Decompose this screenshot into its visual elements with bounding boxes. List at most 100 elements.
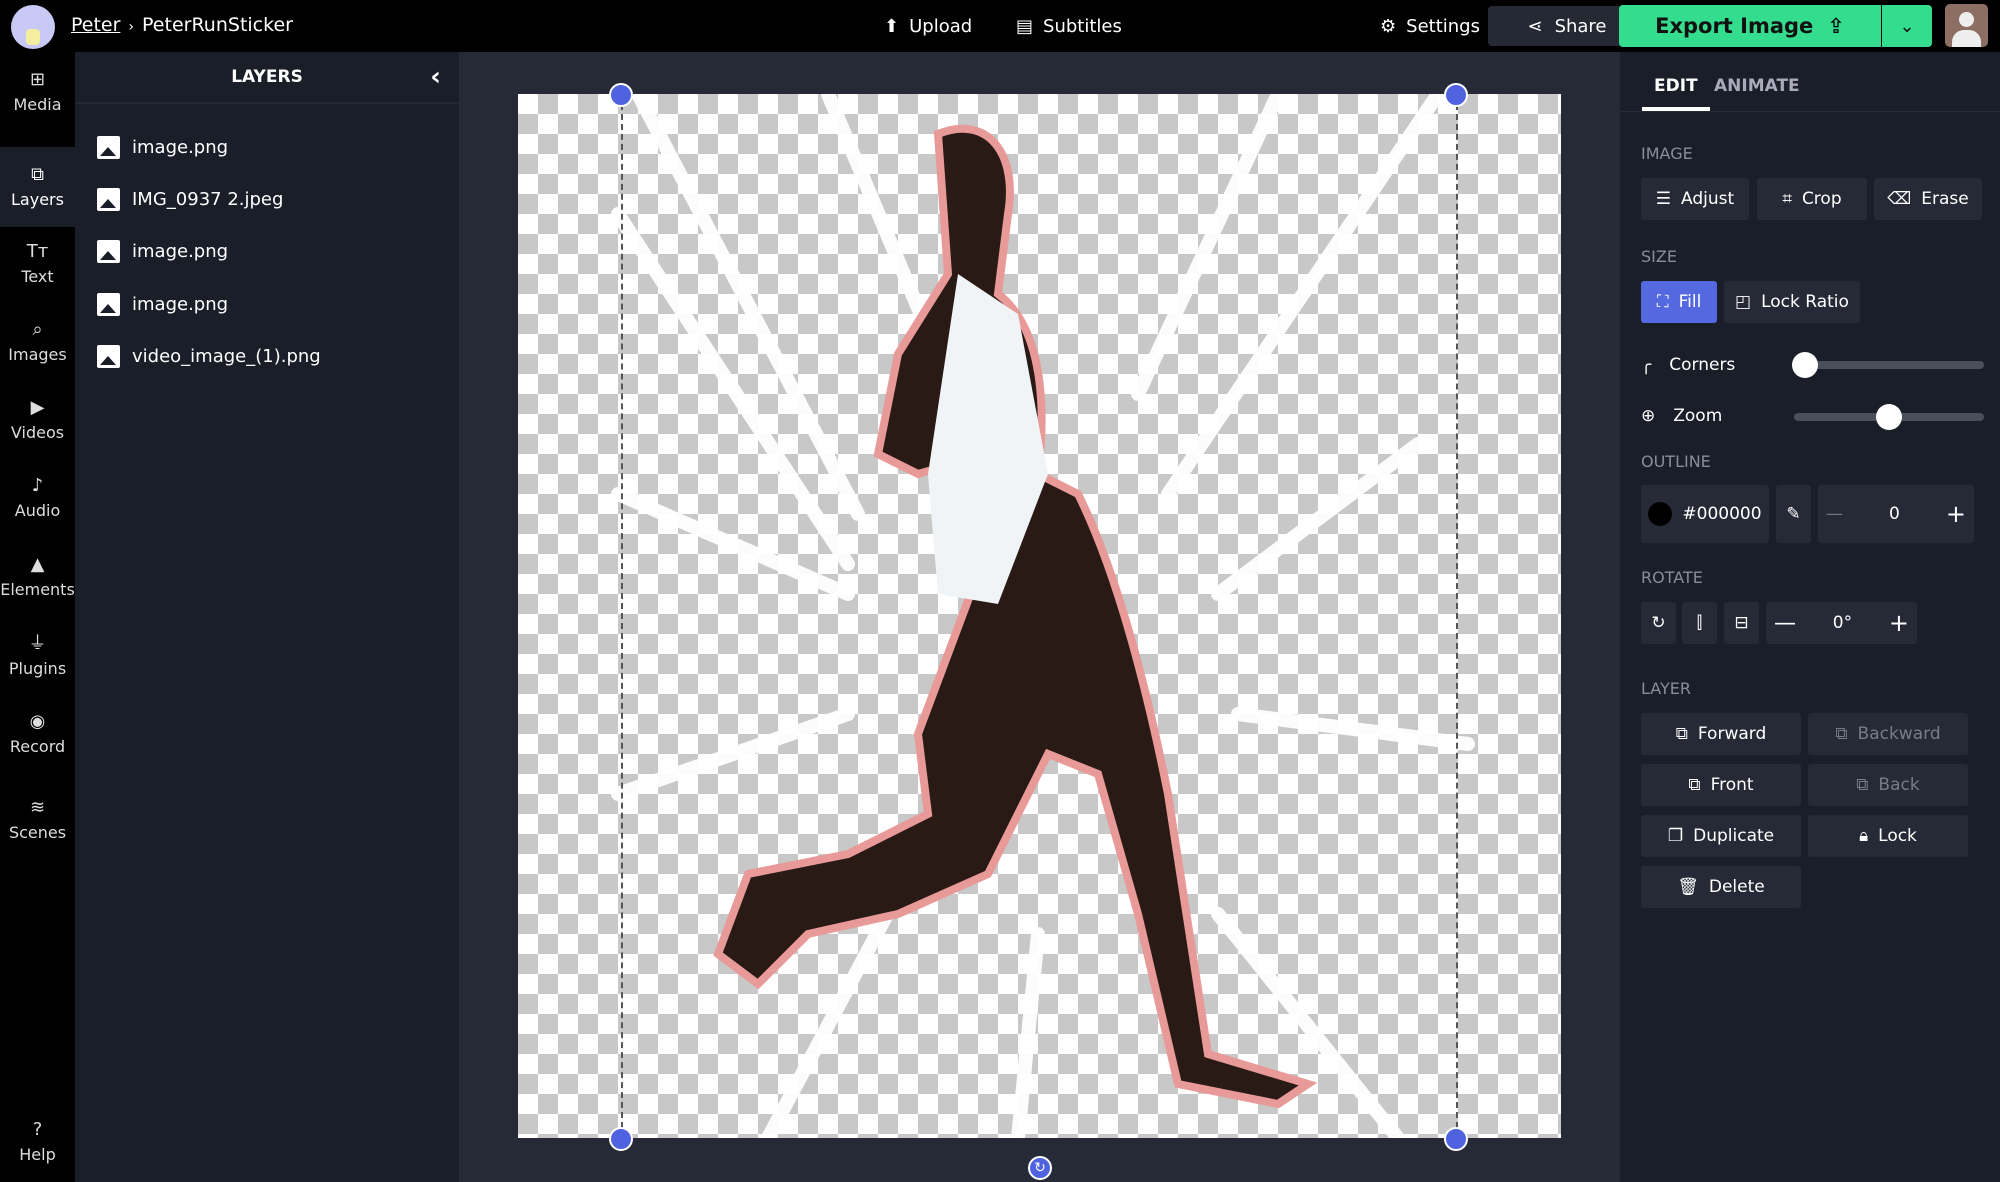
sidebar-item-label: Elements xyxy=(0,580,75,599)
panel-tabs: EDIT ANIMATE xyxy=(1620,52,2000,112)
minus-icon[interactable]: — xyxy=(1774,611,1796,636)
resize-handle-top-right[interactable] xyxy=(1444,83,1468,107)
layer-item[interactable]: video_image_(1).png xyxy=(97,345,321,368)
flip-horizontal-button[interactable]: ⫿ xyxy=(1682,602,1717,644)
trash-icon: 🗑︎ xyxy=(1677,877,1699,897)
outline-width-stepper[interactable]: —0+ xyxy=(1818,485,1974,543)
resize-handle-top-left[interactable] xyxy=(609,83,633,107)
subtitles-icon: ▤ xyxy=(1016,16,1033,37)
layer-item[interactable]: IMG_0937 2.jpeg xyxy=(97,188,283,211)
layers-title: LAYERS xyxy=(231,67,303,87)
sidebar-item-videos[interactable]: ▶Videos xyxy=(0,380,75,460)
send-backward-icon: ⧉ xyxy=(1835,724,1847,744)
edit-panel: EDIT ANIMATE IMAGE ☰Adjust ⌗Crop ⌫Erase … xyxy=(1620,52,2000,1182)
sidebar-item-label: Text xyxy=(21,267,53,286)
plus-icon[interactable]: + xyxy=(1946,500,1966,528)
app-logo[interactable] xyxy=(11,5,55,49)
sidebar-item-media[interactable]: ⊞Media xyxy=(0,52,75,132)
front-button[interactable]: ⧉Front xyxy=(1641,764,1801,806)
crop-label: Crop xyxy=(1802,189,1842,209)
sidebar-item-label: Videos xyxy=(11,423,64,442)
corners-slider[interactable] xyxy=(1794,361,1984,369)
backward-label: Backward xyxy=(1858,724,1941,744)
delete-button[interactable]: 🗑︎ Delete xyxy=(1641,866,1801,908)
flip-vertical-button[interactable]: ⊟ xyxy=(1724,602,1759,644)
rotate-stepper[interactable]: —0°+ xyxy=(1766,602,1917,644)
export-icon: ⇪ xyxy=(1827,14,1845,38)
scenes-icon: ≋ xyxy=(30,798,45,818)
sidebar-item-record[interactable]: ◉Record xyxy=(0,694,75,774)
adjust-button[interactable]: ☰Adjust xyxy=(1641,178,1749,220)
text-icon: Tт xyxy=(27,242,48,262)
plus-icon[interactable]: + xyxy=(1889,609,1909,637)
eyedropper-button[interactable]: ✎ xyxy=(1776,485,1811,543)
subtitles-button[interactable]: ▤Subtitles xyxy=(1016,0,1122,52)
fill-button[interactable]: ⛶Fill xyxy=(1641,281,1717,323)
zoom-slider-knob[interactable] xyxy=(1876,404,1902,430)
outline-color-button[interactable]: #000000 xyxy=(1641,485,1769,543)
tab-animate[interactable]: ANIMATE xyxy=(1714,76,1800,96)
sidebar-item-label: Plugins xyxy=(9,659,66,678)
user-avatar[interactable] xyxy=(1945,4,1988,47)
lock-ratio-button[interactable]: ◰Lock Ratio xyxy=(1724,281,1860,323)
export-dropdown-button[interactable]: ⌄ xyxy=(1882,5,1932,47)
erase-button[interactable]: ⌫Erase xyxy=(1874,178,1982,220)
layer-name: image.png xyxy=(132,294,228,315)
layer-item[interactable]: image.png xyxy=(97,240,228,263)
sidebar-item-label: Help xyxy=(19,1145,55,1164)
back-label: Back xyxy=(1878,775,1919,795)
export-image-button[interactable]: Export Image⇪ xyxy=(1619,5,1881,47)
sidebar-item-plugins[interactable]: ⏚Plugins xyxy=(0,616,75,696)
send-to-back-icon: ⧉ xyxy=(1856,775,1868,795)
sidebar-item-elements[interactable]: ▲Elements xyxy=(0,537,75,617)
layer-name: IMG_0937 2.jpeg xyxy=(132,189,283,210)
delete-label: Delete xyxy=(1709,877,1765,897)
sidebar-item-label: Record xyxy=(10,737,65,756)
search-icon: ⌕ xyxy=(32,320,42,340)
collapse-chevron-icon[interactable]: ‹ xyxy=(430,62,441,92)
share-icon: ⋖ xyxy=(1527,16,1542,37)
rotate-handle-icon[interactable]: ↻ xyxy=(1028,1156,1052,1180)
zoom-slider[interactable] xyxy=(1794,413,1984,421)
top-bar: Peter › PeterRunSticker ⬆Upload ▤Subtitles… xyxy=(0,0,2000,52)
color-swatch xyxy=(1648,502,1672,526)
layer-item[interactable]: image.png xyxy=(97,293,228,316)
tab-edit[interactable]: EDIT xyxy=(1654,76,1698,96)
sidebar-item-layers[interactable]: ⧉Layers xyxy=(0,147,75,227)
image-icon xyxy=(97,293,120,316)
image-icon xyxy=(97,136,120,159)
layer-section-heading: LAYER xyxy=(1641,679,1691,698)
zoom-label: ⊕Zoom xyxy=(1641,406,1722,426)
music-note-icon: ♪ xyxy=(32,476,44,496)
upload-button[interactable]: ⬆Upload xyxy=(884,0,972,52)
crop-button[interactable]: ⌗Crop xyxy=(1757,178,1867,220)
sidebar-item-images[interactable]: ⌕Images xyxy=(0,302,75,382)
size-section-heading: SIZE xyxy=(1641,247,1677,266)
layer-item[interactable]: image.png xyxy=(97,136,228,159)
resize-handle-bottom-left[interactable] xyxy=(609,1127,633,1151)
sidebar-rail: ⊞Media ⧉Layers Tт Text ⌕Images ▶Videos ♪A… xyxy=(0,52,75,1182)
forward-button[interactable]: ⧉Forward xyxy=(1641,713,1801,755)
breadcrumb-parent-link[interactable]: Peter xyxy=(71,14,120,36)
canvas-image[interactable] xyxy=(518,94,1561,1138)
settings-button[interactable]: ⚙Settings xyxy=(1380,0,1480,52)
zoom-text: Zoom xyxy=(1673,406,1722,426)
sidebar-item-scenes[interactable]: ≋ Scenes xyxy=(0,780,75,860)
layer-name: video_image_(1).png xyxy=(132,346,321,367)
image-section-heading: IMAGE xyxy=(1641,144,1693,163)
rotate-button[interactable]: ↻ xyxy=(1641,602,1676,644)
minus-icon[interactable]: — xyxy=(1826,504,1843,524)
duplicate-button[interactable]: ❐Duplicate xyxy=(1641,815,1801,857)
project-name[interactable]: PeterRunSticker xyxy=(142,14,293,36)
lock-button[interactable]: 🔒︎Lock xyxy=(1808,815,1968,857)
back-button[interactable]: ⧉ Back xyxy=(1808,764,1968,806)
sidebar-item-label: Scenes xyxy=(9,823,66,842)
sidebar-item-audio[interactable]: ♪Audio xyxy=(0,458,75,538)
corners-slider-knob[interactable] xyxy=(1792,352,1818,378)
backward-button[interactable]: ⧉ Backward xyxy=(1808,713,1968,755)
resize-handle-bottom-right[interactable] xyxy=(1444,1127,1468,1151)
sidebar-item-help[interactable]: ?Help xyxy=(0,1102,75,1182)
layers-header: LAYERS ‹ xyxy=(75,52,459,104)
sidebar-item-text[interactable]: Tт Text xyxy=(0,224,75,304)
breadcrumb-separator: › xyxy=(128,19,134,35)
